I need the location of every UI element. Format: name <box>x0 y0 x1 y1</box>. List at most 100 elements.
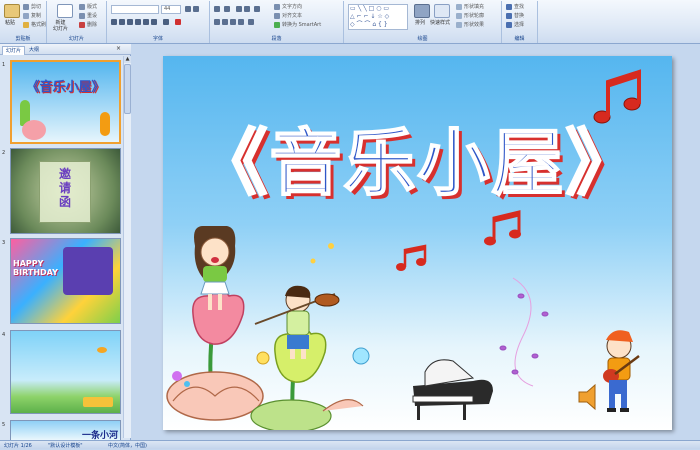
layout-icon[interactable] <box>79 4 85 10</box>
copy-button[interactable]: 复制 <box>31 13 41 19</box>
decrease-indent-icon[interactable] <box>236 6 242 12</box>
reset-button[interactable]: 重设 <box>87 13 97 19</box>
find-button[interactable]: 查找 <box>514 4 524 10</box>
bullets-icon[interactable] <box>214 6 220 12</box>
slide-thumbnail-3[interactable]: HAPPY BIRTHDAY <box>10 238 121 324</box>
text-direction-button[interactable]: 文字方向 <box>282 4 302 10</box>
shape-fill-button[interactable]: 形状填充 <box>464 4 484 10</box>
slide-illustrations <box>166 69 641 430</box>
shrink-font-icon[interactable] <box>193 6 199 12</box>
music-note-icon <box>484 210 521 246</box>
font-name-combo[interactable] <box>111 5 159 14</box>
slides-group: 新建 幻灯片 版式 重设 删除 幻灯片 <box>47 1 107 43</box>
layout-button[interactable]: 版式 <box>87 4 97 10</box>
font-size-combo[interactable]: 44 <box>161 5 181 14</box>
align-left-icon[interactable] <box>214 19 220 25</box>
find-icon[interactable] <box>506 4 512 10</box>
align-text-button[interactable]: 对齐文本 <box>282 13 302 19</box>
music-note-icon <box>593 69 641 124</box>
shape-fill-icon[interactable] <box>456 4 462 10</box>
font-color-icon[interactable] <box>175 19 181 25</box>
delete-icon[interactable] <box>79 22 85 28</box>
columns-icon[interactable] <box>248 19 254 25</box>
clipboard-group: 粘贴 剪切 复制 格式刷 剪贴板 <box>0 1 47 43</box>
justify-icon[interactable] <box>238 19 244 25</box>
text-direction-icon[interactable] <box>274 4 280 10</box>
floating-notes-icon <box>499 277 549 387</box>
format-painter-icon[interactable] <box>23 22 29 28</box>
shadow-icon[interactable] <box>143 19 149 25</box>
editing-label: 编辑 <box>514 36 525 42</box>
align-right-icon[interactable] <box>230 19 236 25</box>
numbering-icon[interactable] <box>224 6 230 12</box>
delete-button[interactable]: 删除 <box>87 22 97 28</box>
quick-styles-button[interactable]: 快速样式 <box>430 20 450 26</box>
arrange-icon[interactable] <box>414 4 430 18</box>
shape-effects-icon[interactable] <box>456 22 462 28</box>
new-slide-icon[interactable] <box>57 4 73 18</box>
smartart-icon[interactable] <box>274 22 280 28</box>
replace-button[interactable]: 替换 <box>514 13 524 19</box>
drawing-label: 绘图 <box>417 36 428 42</box>
slide-thumbnail-5[interactable]: 一条小河 <box>10 420 121 440</box>
new-slide-button[interactable]: 新建 幻灯片 <box>53 20 68 32</box>
thumb-textbox <box>63 247 113 295</box>
char-spacing-icon[interactable] <box>151 19 157 25</box>
speaker-icon <box>578 383 596 411</box>
replace-icon[interactable] <box>506 13 512 19</box>
reset-icon[interactable] <box>79 13 85 19</box>
slides-label: 幻灯片 <box>68 36 84 42</box>
tab-slides[interactable]: 幻灯片 <box>2 46 26 55</box>
quick-styles-icon[interactable] <box>434 4 450 18</box>
change-case-icon[interactable] <box>163 19 169 25</box>
scroll-up-arrow-icon[interactable]: ▲ <box>124 56 131 63</box>
slide-thumbnail-2[interactable]: 邀请函 <box>10 148 121 234</box>
increase-indent-icon[interactable] <box>244 6 250 12</box>
slide-thumbnail-1[interactable]: 《音乐小屋》 <box>10 60 121 144</box>
strikethrough-icon[interactable] <box>135 19 141 25</box>
music-note-icon <box>396 244 427 271</box>
line-spacing-icon[interactable] <box>254 6 260 12</box>
drawing-group: ▭ ╲ ╲ □ ○ ▭ △ ⌐ ⌐ ↓ ☆ ◇ ◇ ⌒ ⌒ ⌂ { } 排列 快速样… <box>344 1 502 43</box>
close-pane-icon[interactable]: × <box>116 45 121 52</box>
editing-group: 查找 替换 选择 编辑 <box>502 1 538 43</box>
bold-icon[interactable] <box>111 19 117 25</box>
select-icon[interactable] <box>506 22 512 28</box>
thumb-title: 《音乐小屋》 <box>26 80 105 95</box>
paste-icon[interactable] <box>4 4 20 18</box>
smartart-button[interactable]: 转换为 SmartArt <box>282 22 321 28</box>
select-button[interactable]: 选择 <box>514 22 524 28</box>
shape-outline-icon[interactable] <box>456 13 462 19</box>
cut-button[interactable]: 剪切 <box>31 4 41 10</box>
shape-outline-button[interactable]: 形状轮廓 <box>464 13 484 19</box>
thumb-bus <box>83 397 113 407</box>
panel-tabs: 幻灯片 大纲 × <box>0 44 131 55</box>
paragraph-group: 文字方向 对齐文本 转换为 SmartArt 段落 <box>210 1 344 43</box>
slide-canvas[interactable]: 《音乐小屋》 <box>163 56 672 430</box>
shape-effects-button[interactable]: 形状效果 <box>464 22 484 28</box>
slide-thumbnail-4[interactable] <box>10 330 121 414</box>
thumb-number: 2 <box>2 150 6 156</box>
thumb-flower <box>22 120 46 140</box>
clipboard-label: 剪贴板 <box>15 36 31 42</box>
paste-button[interactable]: 粘贴 <box>5 20 15 26</box>
paragraph-label: 段落 <box>271 36 282 42</box>
scroll-thumb[interactable] <box>124 64 131 114</box>
italic-icon[interactable] <box>119 19 125 25</box>
align-text-icon[interactable] <box>274 13 280 19</box>
thumb-bird <box>97 347 107 353</box>
underline-icon[interactable] <box>127 19 133 25</box>
ribbon: 粘贴 剪切 复制 格式刷 剪贴板 新建 幻灯片 版式 重设 删除 幻灯片 44 … <box>0 0 700 44</box>
grow-font-icon[interactable] <box>185 6 191 12</box>
arrange-button[interactable]: 排列 <box>415 20 425 26</box>
cut-icon[interactable] <box>23 4 29 10</box>
font-label: 字体 <box>152 36 163 42</box>
thumb-title: 一条小河 <box>81 431 118 440</box>
panel-scrollbar[interactable]: ▲ <box>123 56 131 438</box>
align-center-icon[interactable] <box>222 19 228 25</box>
violin-boy-figure <box>254 285 340 359</box>
tab-outline[interactable]: 大纲 <box>26 46 42 55</box>
copy-icon[interactable] <box>23 13 29 19</box>
shapes-gallery[interactable]: ▭ ╲ ╲ □ ○ ▭ △ ⌐ ⌐ ↓ ☆ ◇ ◇ ⌒ ⌒ ⌂ { } <box>348 4 408 30</box>
format-painter-button[interactable]: 格式刷 <box>31 22 46 28</box>
